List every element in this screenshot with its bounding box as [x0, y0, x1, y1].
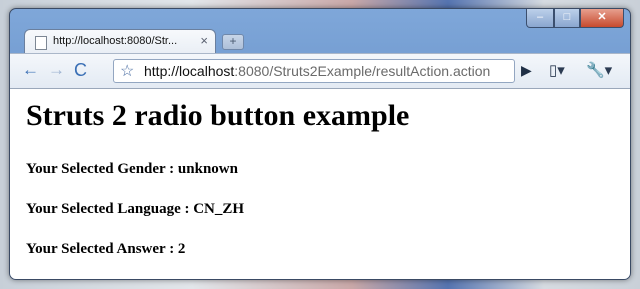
back-icon[interactable]: ←	[22, 61, 39, 79]
maximize-button[interactable]: □	[554, 9, 580, 28]
reload-icon[interactable]: C	[74, 61, 87, 79]
bookmark-star-icon[interactable]: ☆	[120, 61, 134, 81]
page-icon	[35, 36, 47, 50]
new-tab-button[interactable]: +	[222, 34, 244, 50]
go-icon[interactable]: ▶	[521, 62, 532, 79]
navigation-toolbar: ← → C ☆ http://localhost:8080/Struts2Exa…	[10, 53, 630, 89]
page-menu-icon[interactable]: ▯▾	[549, 61, 565, 79]
wrench-menu-icon[interactable]: 🔧▾	[586, 61, 612, 79]
browser-tab[interactable]: http://localhost:8080/Str... ×	[24, 29, 216, 54]
window-controls: – □ ✕	[526, 9, 624, 28]
url-text[interactable]: http://localhost:8080/Struts2Example/res…	[144, 63, 490, 79]
address-bar[interactable]: ☆ http://localhost:8080/Struts2Example/r…	[113, 59, 515, 83]
forward-icon[interactable]: →	[48, 61, 65, 79]
page-content: Struts 2 radio button example Your Selec…	[10, 89, 630, 279]
page-heading: Struts 2 radio button example	[26, 99, 410, 132]
close-window-button[interactable]: ✕	[580, 9, 624, 28]
tab-close-icon[interactable]: ×	[200, 33, 208, 48]
browser-window: http://localhost:8080/Str... × + – □ ✕ ←…	[9, 8, 631, 280]
minimize-button[interactable]: –	[526, 9, 554, 28]
url-host: http://localhost	[144, 63, 235, 79]
title-bar: http://localhost:8080/Str... × + – □ ✕	[10, 9, 630, 54]
selected-gender-text: Your Selected Gender : unknown	[26, 161, 238, 177]
tab-title: http://localhost:8080/Str...	[53, 35, 178, 47]
url-path: :8080/Struts2Example/resultAction.action	[234, 63, 491, 79]
selected-language-text: Your Selected Language : CN_ZH	[26, 201, 245, 217]
selected-answer-text: Your Selected Answer : 2	[26, 241, 186, 257]
